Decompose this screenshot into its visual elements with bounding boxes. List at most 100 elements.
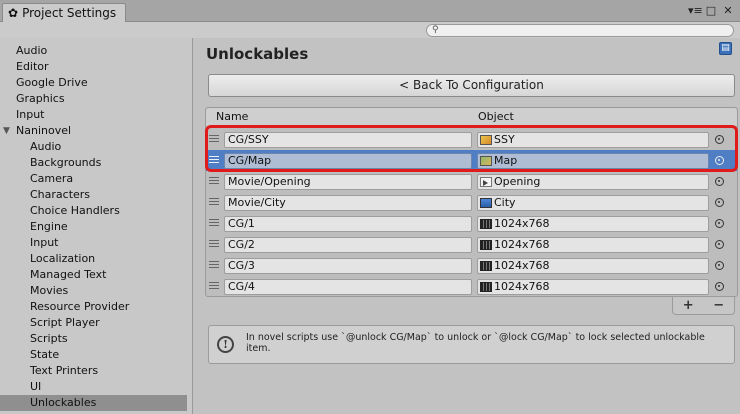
sidebar-item-naninovel[interactable]: ▼ Naninovel: [0, 123, 192, 139]
sidebar-item-state[interactable]: State: [0, 347, 192, 363]
sidebar-item-google-drive[interactable]: Google Drive: [0, 75, 192, 91]
object-field[interactable]: City: [477, 195, 709, 211]
object-field[interactable]: 1024x768: [477, 216, 709, 232]
drag-handle-icon[interactable]: [209, 240, 219, 247]
drag-handle-icon[interactable]: [209, 177, 219, 184]
sidebar-item-label: Input: [16, 108, 45, 121]
search-row: ⚲: [0, 22, 740, 38]
sidebar-item-label: Resource Provider: [30, 300, 130, 313]
name-field[interactable]: CG/4: [224, 279, 472, 295]
object-picker-icon[interactable]: [715, 261, 724, 270]
column-header-object: Object: [478, 110, 514, 123]
drag-handle-icon[interactable]: [209, 135, 219, 142]
list-row[interactable]: CG/1 1024x768: [206, 213, 737, 234]
object-picker-icon[interactable]: [715, 282, 724, 291]
list-row[interactable]: CG/4 1024x768: [206, 276, 737, 297]
sidebar-list: Audio Editor Google Drive Graphics Input ▼ Nan…: [0, 38, 192, 411]
name-field[interactable]: CG/3: [224, 258, 472, 274]
sidebar-item-characters[interactable]: Characters: [0, 187, 192, 203]
remove-item-button[interactable]: −: [713, 298, 724, 313]
sidebar-item-label: Scripts: [30, 332, 68, 345]
sidebar-item-label: Audio: [30, 140, 62, 153]
object-field[interactable]: 1024x768: [477, 258, 709, 274]
sidebar-item-managed-text[interactable]: Managed Text: [0, 267, 192, 283]
list-row[interactable]: CG/SSY SSY: [206, 129, 737, 150]
sidebar-item-scripts[interactable]: Scripts: [0, 331, 192, 347]
name-field[interactable]: CG/2: [224, 237, 472, 253]
sidebar-item-label: Movies: [30, 284, 69, 297]
name-field[interactable]: Movie/City: [224, 195, 472, 211]
sidebar-item-script-player[interactable]: Script Player: [0, 315, 192, 331]
maximize-icon[interactable]: □: [705, 4, 717, 17]
object-field[interactable]: 1024x768: [477, 237, 709, 253]
drag-handle-icon[interactable]: [209, 261, 219, 268]
object-field[interactable]: SSY: [477, 132, 709, 148]
list-footer: + −: [672, 297, 735, 315]
sidebar-item-localization[interactable]: Localization: [0, 251, 192, 267]
sidebar-item-label: Input: [30, 236, 59, 249]
book-help-icon[interactable]: ▤: [719, 42, 732, 55]
list-row[interactable]: Movie/City City: [206, 192, 737, 213]
sidebar-item-label: Managed Text: [30, 268, 107, 281]
film-icon: [480, 261, 492, 271]
object-picker-icon[interactable]: [715, 240, 724, 249]
drag-handle-icon[interactable]: [209, 156, 219, 163]
sidebar-item-ui[interactable]: UI: [0, 379, 192, 395]
sidebar-item-label: Audio: [16, 44, 48, 57]
list-row[interactable]: CG/Map Map: [206, 150, 737, 171]
sidebar-item-label: State: [30, 348, 60, 361]
object-picker-icon[interactable]: [715, 177, 724, 186]
sidebar-item-label: Camera: [30, 172, 74, 185]
image-icon: [480, 156, 492, 166]
list-row[interactable]: Movie/Opening Opening: [206, 171, 737, 192]
expand-arrow-icon[interactable]: ▼: [3, 123, 10, 139]
sidebar-item-label: UI: [30, 380, 42, 393]
sidebar-item-graphics[interactable]: Graphics: [0, 91, 192, 107]
sidebar-item-input[interactable]: Input: [0, 235, 192, 251]
tab-title: Project Settings: [22, 6, 117, 20]
sidebar-item-resource-provider[interactable]: Resource Provider: [0, 299, 192, 315]
sidebar-item-camera[interactable]: Camera: [0, 171, 192, 187]
object-picker-icon[interactable]: [715, 219, 724, 228]
sidebar-item-editor[interactable]: Editor: [0, 59, 192, 75]
sidebar-item-unlockables[interactable]: Unlockables: [0, 395, 187, 411]
drag-handle-icon[interactable]: [209, 282, 219, 289]
drag-handle-icon[interactable]: [209, 198, 219, 205]
tab-project-settings[interactable]: ✿ Project Settings: [2, 3, 126, 22]
object-picker-icon[interactable]: [715, 135, 724, 144]
sidebar-item-choice-handlers[interactable]: Choice Handlers: [0, 203, 192, 219]
film-icon: [480, 240, 492, 250]
object-label: City: [494, 196, 516, 209]
add-item-button[interactable]: +: [683, 298, 694, 313]
list-row[interactable]: CG/3 1024x768: [206, 255, 737, 276]
list-row[interactable]: CG/2 1024x768: [206, 234, 737, 255]
sidebar-item-input[interactable]: Input: [0, 107, 192, 123]
name-field[interactable]: Movie/Opening: [224, 174, 472, 190]
name-field[interactable]: CG/1: [224, 216, 472, 232]
object-field[interactable]: 1024x768: [477, 279, 709, 295]
column-header-name: Name: [216, 110, 249, 123]
sidebar-item-label: Engine: [30, 220, 68, 233]
object-picker-icon[interactable]: [715, 198, 724, 207]
sidebar-item-movies[interactable]: Movies: [0, 283, 192, 299]
sidebar-item-engine[interactable]: Engine: [0, 219, 192, 235]
back-to-configuration-button[interactable]: < Back To Configuration: [208, 74, 735, 97]
close-icon[interactable]: ✕: [722, 4, 734, 17]
object-label: 1024x768: [494, 217, 550, 230]
sidebar-item-text-printers[interactable]: Text Printers: [0, 363, 192, 379]
object-picker-icon[interactable]: [715, 156, 724, 165]
drag-handle-icon[interactable]: [209, 219, 219, 226]
sidebar-item-backgrounds[interactable]: Backgrounds: [0, 155, 192, 171]
unlockables-list: Name Object CG/SSY SSY CG/Map Map Movie/Open…: [205, 107, 738, 297]
sidebar-item-audio[interactable]: Audio: [0, 139, 192, 155]
name-field[interactable]: CG/SSY: [224, 132, 472, 148]
search-input[interactable]: ⚲: [426, 24, 734, 37]
sidebar-item-audio[interactable]: Audio: [0, 43, 192, 59]
object-field[interactable]: Map: [477, 153, 709, 169]
video-icon: [480, 198, 492, 208]
object-field[interactable]: Opening: [477, 174, 709, 190]
menu-icon[interactable]: ▾≡: [688, 4, 703, 17]
sidebar-item-label: Script Player: [30, 316, 100, 329]
sidebar: Audio Editor Google Drive Graphics Input ▼ Nan…: [0, 38, 193, 414]
name-field[interactable]: CG/Map: [224, 153, 472, 169]
